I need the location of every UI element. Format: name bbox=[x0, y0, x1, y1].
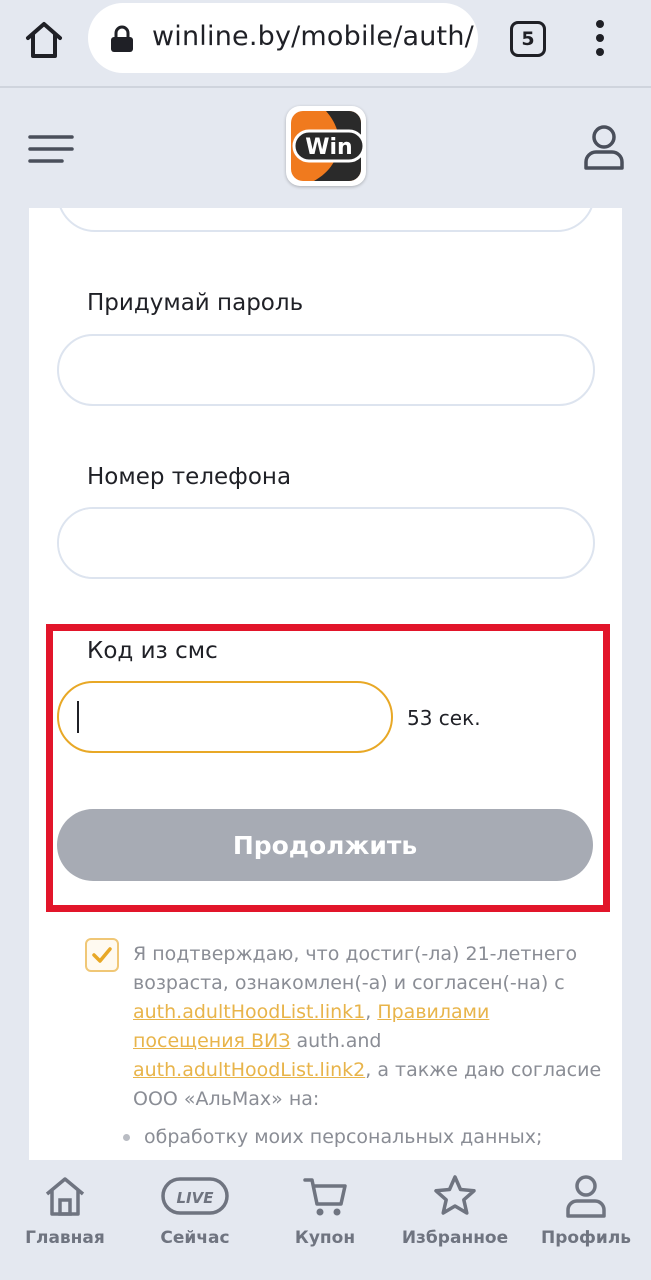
tab-count: 5 bbox=[521, 28, 535, 50]
logo-text: Win bbox=[305, 135, 352, 160]
nav-label-favorites: Избранное bbox=[401, 1228, 509, 1248]
url-text: winline.by/mobile/auth/ bbox=[152, 21, 474, 52]
text-caret bbox=[77, 701, 79, 733]
profile-icon bbox=[566, 1175, 606, 1218]
consent-list-item: обработку моих персональных данных; bbox=[123, 1126, 542, 1148]
password-label: Придумай пароль bbox=[87, 290, 304, 316]
auth-form-card: ••• •• Придумай пароль Номер телефона Ко… bbox=[29, 208, 622, 1160]
nav-item-profile[interactable]: Профиль bbox=[521, 1172, 651, 1272]
consent-separator: , bbox=[365, 1001, 378, 1023]
consent-text: Я подтверждаю, что достиг(-ла) 21-летнег… bbox=[133, 940, 603, 1114]
nav-item-live[interactable]: LIVE Сейчас bbox=[130, 1172, 260, 1272]
more-menu-icon[interactable] bbox=[590, 18, 610, 58]
nav-item-home[interactable]: Главная bbox=[0, 1172, 130, 1272]
tab-switcher-button[interactable]: 5 bbox=[510, 21, 546, 57]
previous-field-mask: ••• •• bbox=[99, 208, 195, 211]
consent-text-part: auth.and bbox=[290, 1030, 382, 1052]
nav-label-live: Сейчас bbox=[160, 1228, 230, 1248]
bullet-dot bbox=[123, 1134, 130, 1141]
live-icon: LIVE bbox=[161, 1177, 229, 1215]
site-header: Win bbox=[0, 90, 651, 208]
nav-label-coupon: Купон bbox=[294, 1228, 356, 1248]
browser-home-icon[interactable] bbox=[22, 18, 66, 62]
home-icon bbox=[45, 1177, 85, 1216]
consent-checkbox[interactable] bbox=[85, 938, 119, 972]
consent-text-part: Я подтверждаю, что достиг(-ла) 21-летнег… bbox=[133, 943, 578, 994]
live-badge-text: LIVE bbox=[177, 1189, 215, 1207]
password-input[interactable] bbox=[57, 334, 595, 406]
winline-logo[interactable]: Win bbox=[286, 106, 366, 186]
lock-icon bbox=[110, 25, 134, 53]
nav-item-coupon[interactable]: Купон bbox=[260, 1172, 390, 1272]
sms-code-input[interactable] bbox=[57, 681, 393, 753]
bottom-navigation: Главная LIVE Сейчас Купон Избранное Проф… bbox=[0, 1160, 651, 1280]
nav-label-profile: Профиль bbox=[540, 1228, 632, 1248]
adulthood-link-1[interactable]: auth.adultHoodList.link1 bbox=[133, 1001, 365, 1023]
checkmark-icon bbox=[92, 947, 112, 963]
adulthood-link-2[interactable]: auth.adultHoodList.link2 bbox=[133, 1059, 365, 1081]
cart-icon bbox=[303, 1178, 347, 1216]
profile-icon[interactable] bbox=[582, 124, 626, 170]
star-icon bbox=[434, 1175, 476, 1215]
address-bar[interactable]: winline.by/mobile/auth/ bbox=[88, 3, 478, 73]
sms-resend-timer: 53 сек. bbox=[407, 706, 481, 730]
phone-input[interactable] bbox=[57, 507, 595, 579]
redacted-area bbox=[59, 509, 399, 577]
phone-label: Номер телефона bbox=[87, 464, 292, 490]
nav-item-favorites[interactable]: Избранное bbox=[390, 1172, 520, 1272]
previous-input-field[interactable]: ••• •• bbox=[57, 208, 595, 232]
hamburger-menu-icon[interactable] bbox=[28, 134, 76, 164]
continue-button[interactable]: Продолжить bbox=[57, 809, 593, 881]
nav-label-home: Главная bbox=[25, 1228, 105, 1248]
consent-list-text: обработку моих персональных данных; bbox=[144, 1126, 543, 1148]
sms-code-label: Код из смс bbox=[87, 638, 218, 664]
browser-toolbar: winline.by/mobile/auth/ 5 bbox=[0, 0, 651, 88]
